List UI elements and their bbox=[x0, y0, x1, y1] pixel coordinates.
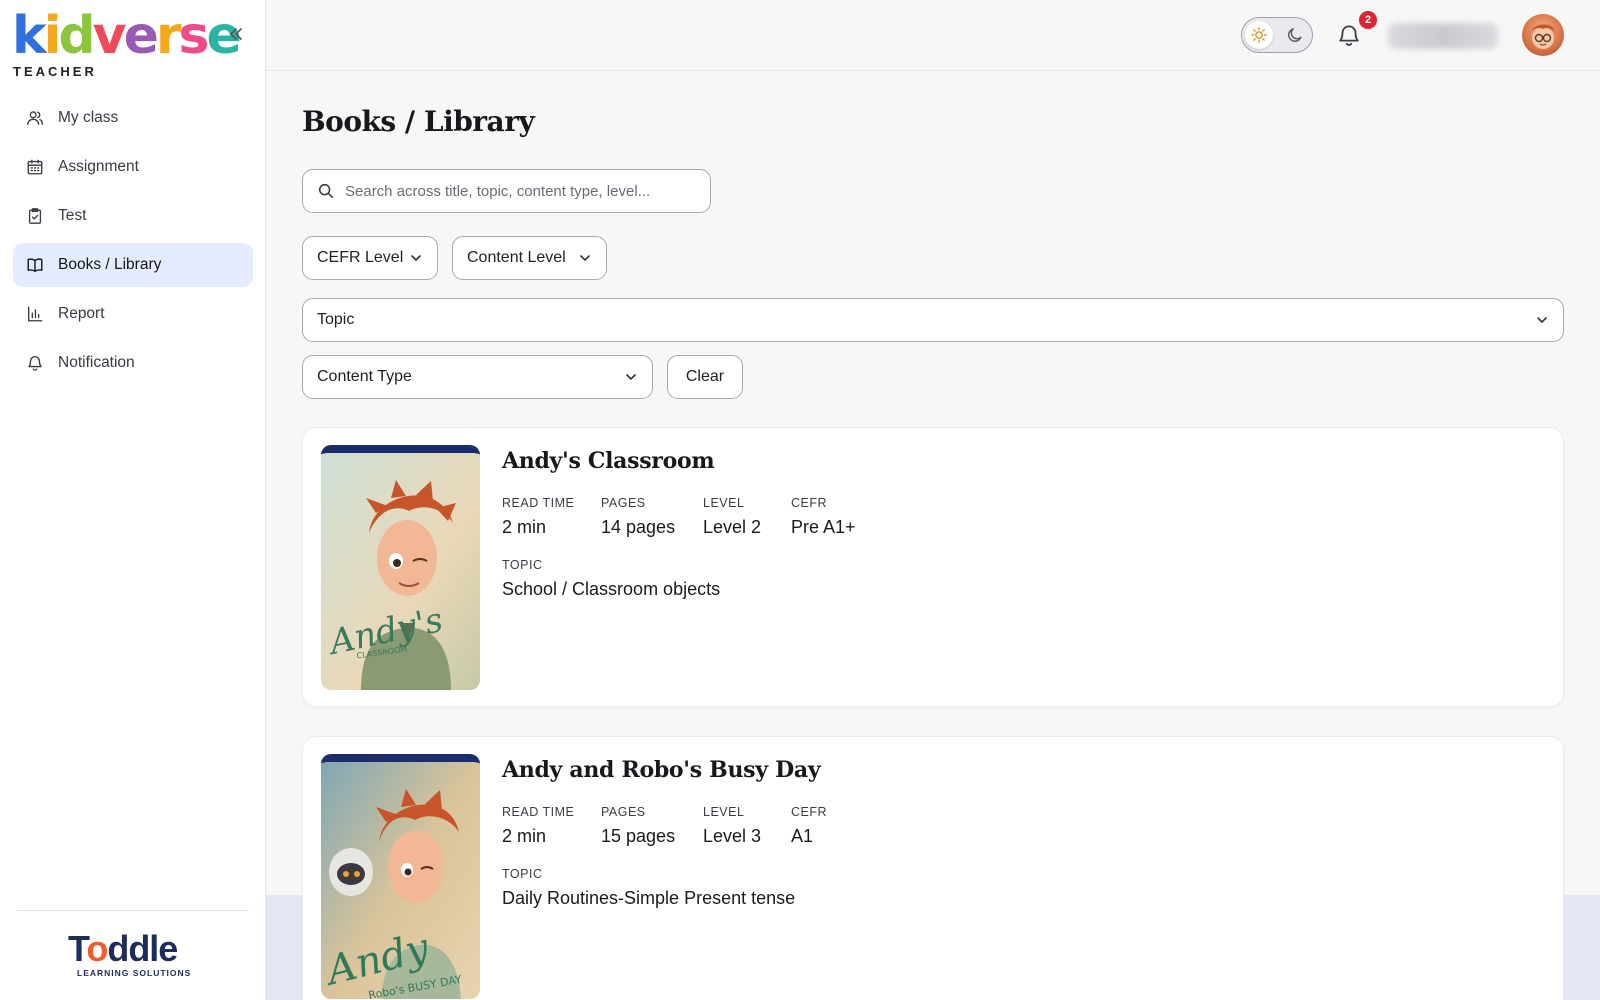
book-card[interactable]: Andy Robo's BUSY DAY Andy and Robo's Bus… bbox=[302, 736, 1564, 1000]
page-title: Books / Library bbox=[302, 105, 535, 138]
sidebar-item-notification[interactable]: Notification bbox=[13, 341, 253, 385]
cefr-value: Pre A1+ bbox=[791, 517, 856, 537]
sidebar-nav: My class Assignment Test Books / Library… bbox=[13, 96, 253, 390]
book-cover-illustration: Andy's CLASSROOM bbox=[321, 453, 480, 690]
logo-wordmark: kidverse bbox=[12, 6, 242, 66]
search-icon bbox=[318, 183, 334, 199]
chevron-down-icon bbox=[1537, 317, 1547, 324]
read-time-label: READ TIME bbox=[502, 496, 575, 510]
topic-label: Topic bbox=[317, 311, 355, 328]
level-label: LEVEL bbox=[703, 496, 745, 510]
pages-value: 15 pages bbox=[601, 826, 676, 846]
users-icon bbox=[27, 111, 43, 125]
read-time-value: 2 min bbox=[502, 517, 547, 537]
toddle-wordmark: Toddle bbox=[68, 928, 178, 969]
book-title: Andy's Classroom bbox=[502, 448, 715, 474]
sidebar-item-label: Report bbox=[58, 305, 105, 322]
notification-bell-icon[interactable] bbox=[1336, 22, 1362, 48]
read-time: READ TIME 2 min bbox=[502, 496, 574, 538]
level-value: Level 3 bbox=[703, 826, 762, 846]
pages-label: PAGES bbox=[601, 805, 646, 819]
sidebar-item-report[interactable]: Report bbox=[13, 292, 253, 336]
cefr-level-select[interactable]: CEFR Level bbox=[302, 236, 438, 280]
sidebar-item-label: Test bbox=[58, 207, 87, 224]
cefr-label: CEFR bbox=[791, 805, 828, 819]
sidebar-item-my-class[interactable]: My class bbox=[13, 96, 253, 140]
sidebar-item-label: Assignment bbox=[58, 158, 139, 175]
pages: PAGES 15 pages bbox=[601, 805, 675, 847]
pages-label: PAGES bbox=[601, 496, 646, 510]
chevron-down-icon bbox=[411, 255, 421, 262]
content-type-select[interactable]: Content Type bbox=[302, 355, 653, 399]
sidebar-item-label: My class bbox=[58, 109, 119, 126]
topic-value: Daily Routines-Simple Present tense bbox=[502, 888, 796, 908]
cefr-level-label: CEFR Level bbox=[317, 249, 404, 266]
level-label: LEVEL bbox=[703, 805, 745, 819]
clipboard-check-icon bbox=[28, 208, 42, 224]
top-bar: 2 bbox=[266, 0, 1600, 71]
book-cover-illustration: Andy Robo's BUSY DAY bbox=[321, 762, 480, 999]
book-card[interactable]: Andy's CLASSROOM Andy's Classroom READ T… bbox=[302, 427, 1564, 707]
toddle-logo: Toddle LEARNING SOLUTIONS bbox=[68, 928, 198, 979]
book-title: Andy and Robo's Busy Day bbox=[502, 757, 821, 783]
avatar[interactable] bbox=[1522, 14, 1564, 56]
collapse-sidebar-button[interactable] bbox=[224, 22, 248, 46]
cefr: CEFR Pre A1+ bbox=[791, 496, 856, 538]
topic: TOPIC School / Classroom objects bbox=[502, 558, 720, 600]
sidebar-divider bbox=[17, 910, 249, 911]
read-time-label: READ TIME bbox=[502, 805, 575, 819]
sun-icon bbox=[1251, 27, 1267, 43]
sidebar-item-books-library[interactable]: Books / Library bbox=[13, 243, 253, 287]
moon-icon bbox=[1287, 28, 1302, 42]
pages-value: 14 pages bbox=[601, 517, 676, 537]
notification-count-badge: 2 bbox=[1359, 11, 1377, 29]
logo-subtitle: TEACHER bbox=[13, 64, 97, 79]
bar-chart-icon bbox=[28, 306, 43, 322]
sidebar-item-label: Notification bbox=[58, 354, 135, 371]
search-input[interactable] bbox=[345, 182, 685, 200]
topic-label: TOPIC bbox=[502, 558, 543, 572]
content-type-label: Content Type bbox=[317, 368, 412, 385]
chevron-down-icon bbox=[580, 255, 590, 262]
topic-value: School / Classroom objects bbox=[502, 579, 721, 599]
chevrons-left-icon bbox=[230, 28, 242, 40]
chevron-down-icon bbox=[626, 374, 636, 381]
topic-label: TOPIC bbox=[502, 867, 543, 881]
content-level-select[interactable]: Content Level bbox=[452, 236, 607, 280]
toddle-subtitle: LEARNING SOLUTIONS bbox=[77, 968, 192, 978]
cefr: CEFR A1 bbox=[791, 805, 827, 847]
avatar-illustration bbox=[1531, 24, 1555, 49]
topic: TOPIC Daily Routines-Simple Present tens… bbox=[502, 867, 795, 909]
user-name-blurred bbox=[1388, 23, 1498, 49]
open-book-icon bbox=[27, 258, 43, 273]
book-cover: Andy's CLASSROOM bbox=[321, 445, 480, 690]
calendar-icon bbox=[27, 159, 43, 175]
topic-select[interactable]: Topic bbox=[302, 298, 1564, 342]
theme-toggle[interactable] bbox=[1241, 17, 1313, 53]
cefr-value: A1 bbox=[791, 826, 814, 846]
pages: PAGES 14 pages bbox=[601, 496, 675, 538]
read-time: READ TIME 2 min bbox=[502, 805, 574, 847]
cefr-label: CEFR bbox=[791, 496, 828, 510]
sidebar: kidverse TEACHER My class Assignment Tes… bbox=[0, 0, 266, 1000]
clear-filters-button[interactable]: Clear bbox=[667, 355, 743, 399]
search-box[interactable] bbox=[302, 169, 711, 213]
sidebar-item-label: Books / Library bbox=[58, 256, 162, 273]
level: LEVEL Level 2 bbox=[703, 496, 761, 538]
theme-knob bbox=[1245, 21, 1273, 49]
sidebar-item-assignment[interactable]: Assignment bbox=[13, 145, 253, 189]
book-cover: Andy Robo's BUSY DAY bbox=[321, 754, 480, 999]
level-value: Level 2 bbox=[703, 517, 762, 537]
bell-icon bbox=[28, 356, 42, 371]
read-time-value: 2 min bbox=[502, 826, 547, 846]
level: LEVEL Level 3 bbox=[703, 805, 761, 847]
sidebar-item-test[interactable]: Test bbox=[13, 194, 253, 238]
kidverse-logo[interactable]: kidverse TEACHER bbox=[12, 6, 242, 82]
content-level-label: Content Level bbox=[467, 249, 566, 266]
